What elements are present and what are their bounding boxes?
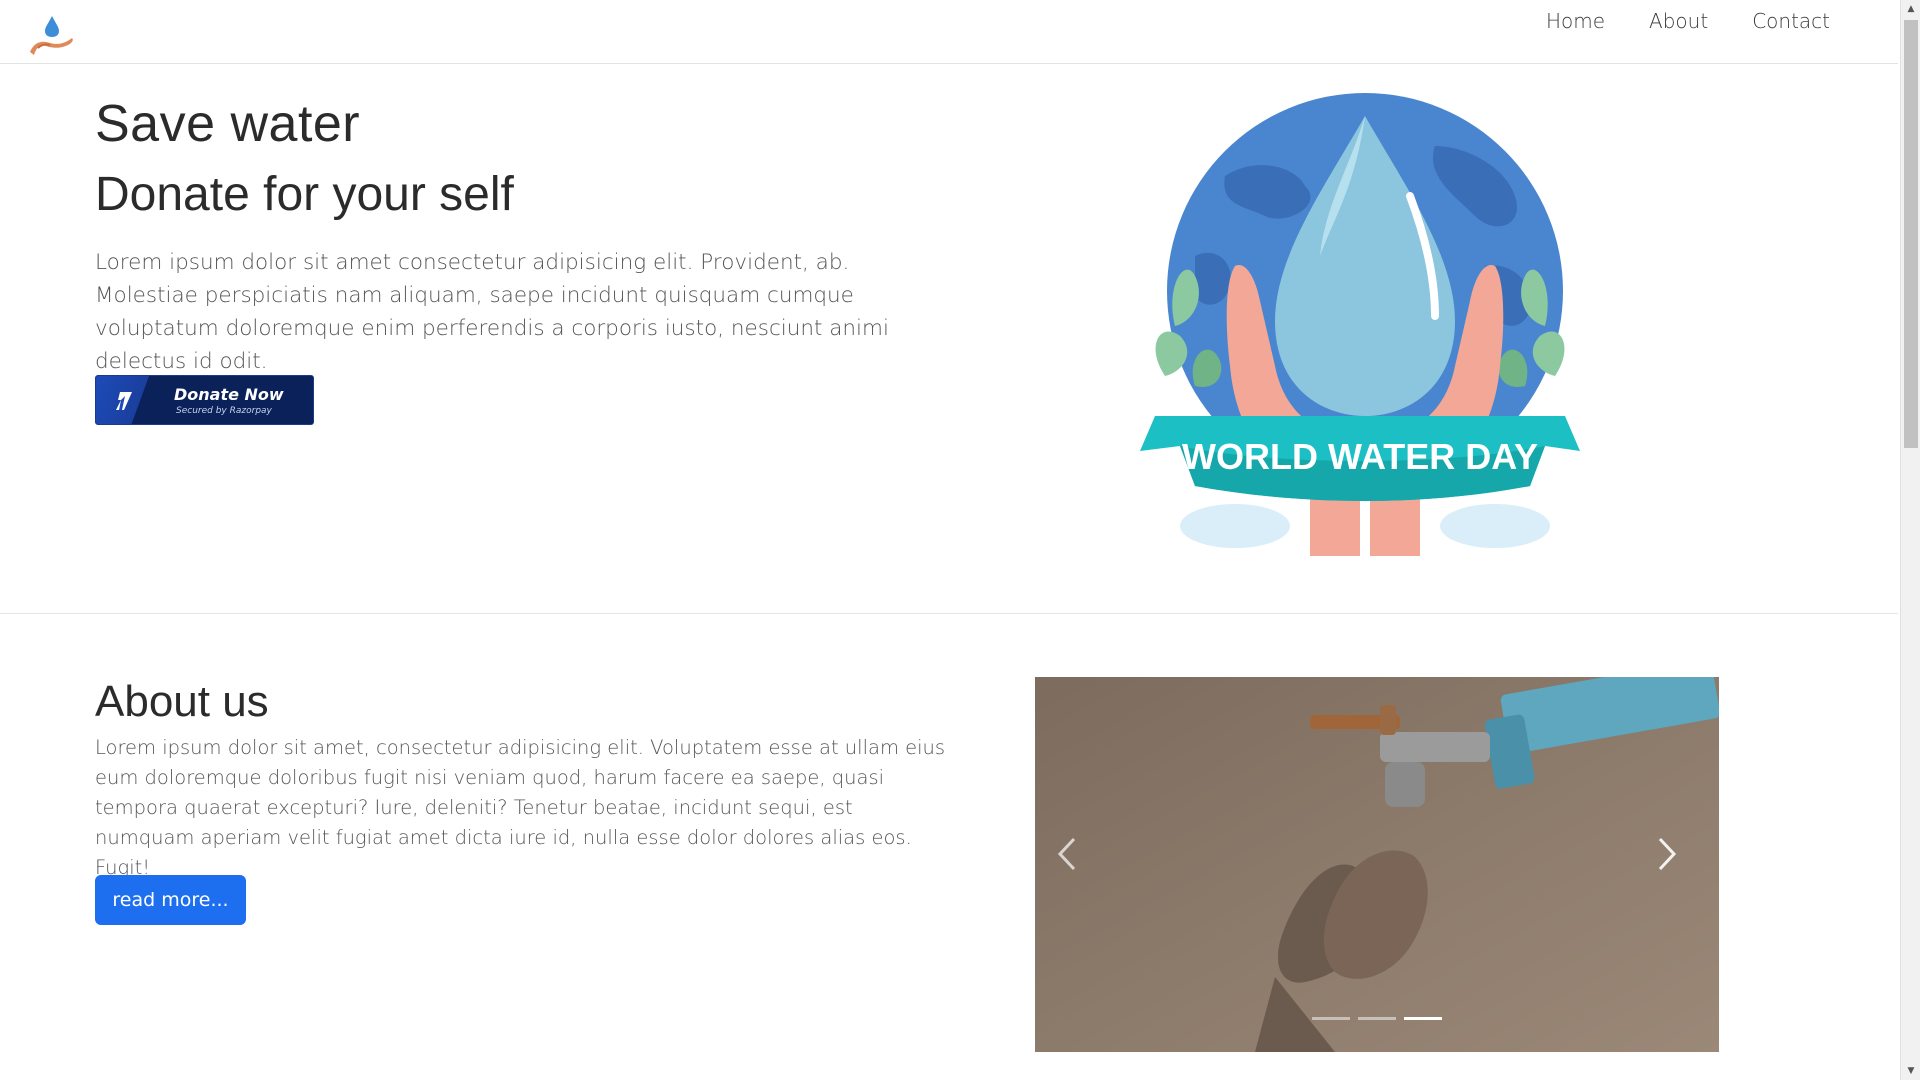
chevron-left-icon (1057, 837, 1076, 871)
nav-links: Home About Contact (1524, 0, 1852, 42)
secured-by-label: Secured by Razorpay (176, 406, 272, 416)
page-scrollbar[interactable]: ▲ ▼ (1900, 0, 1920, 1080)
water-drop-hand-logo-icon[interactable] (28, 12, 76, 58)
tap-and-hands-photo (1035, 677, 1719, 1052)
scroll-down-arrow-icon[interactable]: ▼ (1901, 1062, 1920, 1080)
donate-now-button[interactable]: Donate Now Secured by Razorpay (95, 375, 314, 425)
carousel-indicator-3[interactable] (1404, 1017, 1442, 1020)
carousel-prev-button[interactable] (1057, 837, 1097, 897)
carousel-indicator-1[interactable] (1312, 1017, 1350, 1020)
donate-now-label: Donate Now (174, 385, 284, 404)
navbar: Home About Contact (0, 0, 1898, 64)
scroll-up-arrow-icon[interactable]: ▲ (1901, 0, 1920, 18)
nav-link-about[interactable]: About (1627, 9, 1730, 33)
read-more-button[interactable]: read more... (95, 875, 246, 925)
hero-title: Save water (95, 95, 361, 153)
image-carousel (1035, 677, 1719, 1052)
about-title: About us (95, 677, 269, 726)
hero-subtitle: Donate for your self (95, 168, 514, 221)
chevron-right-icon (1658, 837, 1677, 871)
razorpay-icon (116, 392, 132, 410)
carousel-indicators (1035, 1017, 1719, 1020)
about-description: Lorem ipsum dolor sit amet, consectetur … (95, 736, 946, 879)
hero-description: Lorem ipsum dolor sit amet consectetur a… (95, 250, 889, 374)
nav-link-home[interactable]: Home (1524, 9, 1627, 33)
world-water-day-banner: WORLD WATER DAY (1182, 436, 1538, 477)
world-water-day-illustration: WORLD WATER DAY (1140, 93, 1580, 556)
nav-link-contact[interactable]: Contact (1730, 9, 1852, 33)
hero-section: Save water Donate for your self Lorem ip… (0, 64, 1898, 614)
carousel-indicator-2[interactable] (1358, 1017, 1396, 1020)
scrollbar-thumb[interactable] (1904, 20, 1918, 448)
carousel-next-button[interactable] (1657, 837, 1697, 897)
